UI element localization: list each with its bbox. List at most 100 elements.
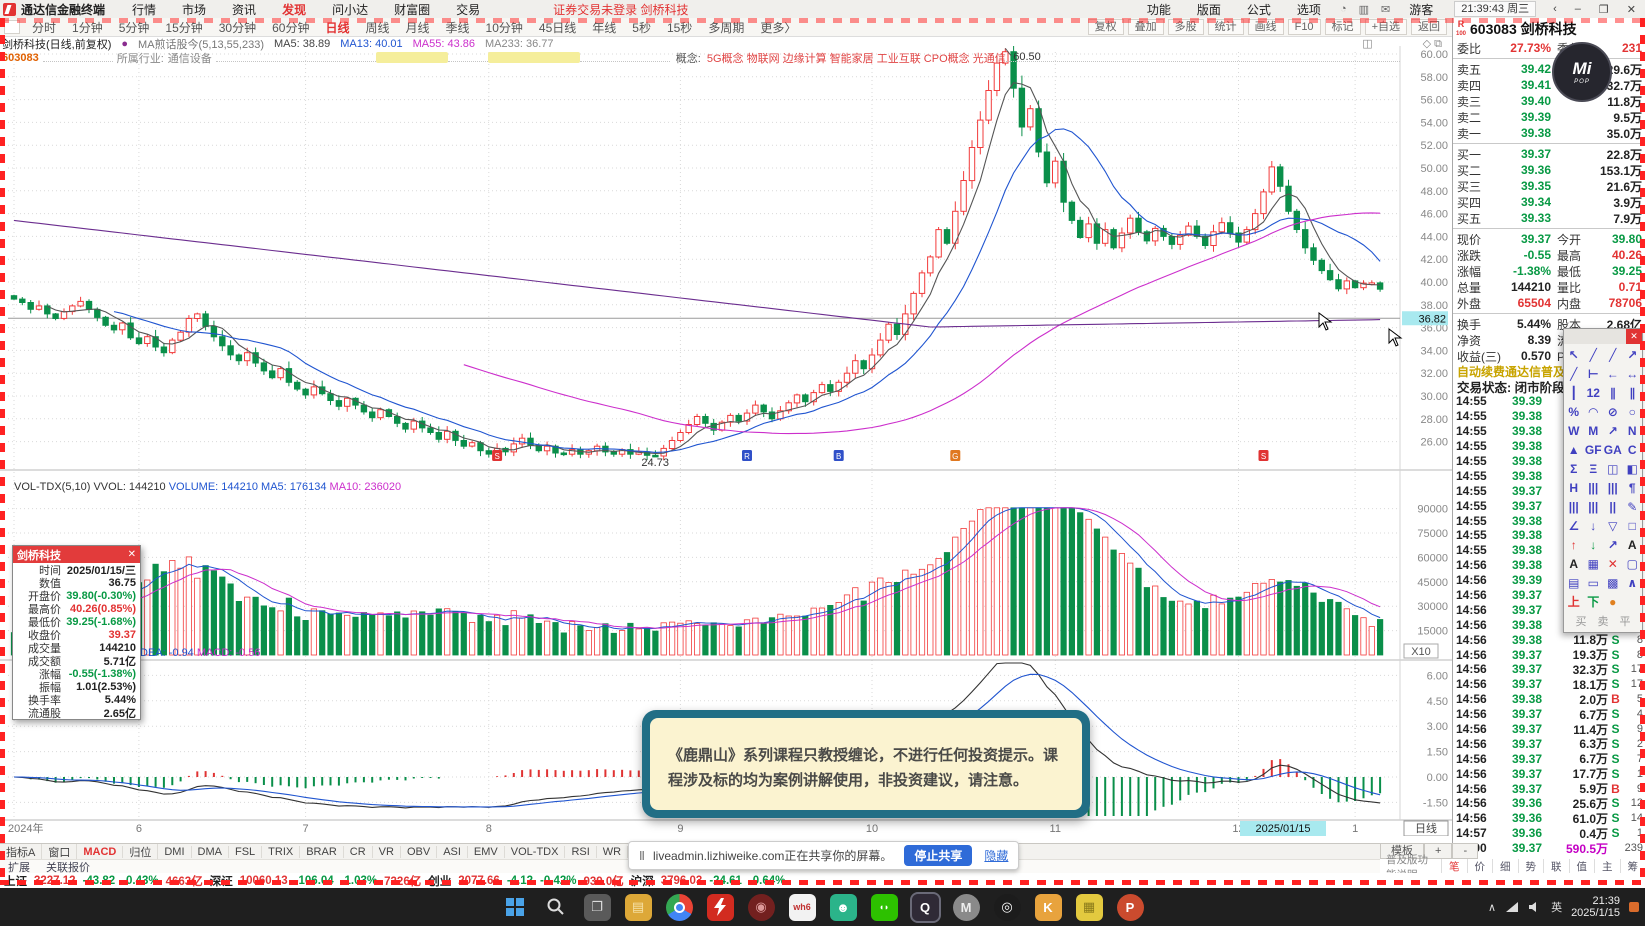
mini-tab[interactable]: 势 (1517, 859, 1544, 874)
indicator-tab[interactable]: DMA (192, 846, 229, 858)
indicator-tab[interactable]: 窗口 (42, 844, 78, 860)
draw-tool-icon[interactable]: ▲ (1564, 440, 1584, 459)
draw-tool-icon[interactable]: ↗ (1603, 535, 1623, 554)
stop-share-button[interactable]: 停止共享 (904, 845, 973, 866)
indicator-tab[interactable]: EMV (468, 846, 505, 858)
bid-row[interactable]: 买五 39.33 7.9万 (1453, 210, 1645, 226)
draw-tool-icon[interactable]: ◫ (1603, 459, 1623, 478)
menu-item[interactable]: 公式 (1234, 1, 1284, 18)
mini-tab[interactable]: 值 (1568, 859, 1595, 874)
menu-item[interactable]: 发现 (269, 1, 319, 18)
draw-tool-icon[interactable]: ▭ (1584, 573, 1604, 592)
draw-tool-icon[interactable]: ∠ (1564, 516, 1584, 535)
draw-tool-icon[interactable]: ✕ (1603, 554, 1623, 573)
trade-tab[interactable]: 卖 (1598, 613, 1609, 629)
bid-row[interactable]: 买四 39.34 3.9万 (1453, 194, 1645, 210)
menu-item[interactable]: 版面 (1184, 1, 1234, 18)
draw-tool-icon[interactable]: 下 (1584, 592, 1604, 611)
chrome-icon[interactable] (665, 893, 693, 921)
ask-row[interactable]: 卖二 39.39 9.5万 (1453, 109, 1645, 125)
pause-icon[interactable]: ‖ (639, 849, 645, 863)
titlebar-icon[interactable]: ▥ (1353, 3, 1375, 16)
draw-tool-icon[interactable]: ↗ (1603, 421, 1623, 440)
draw-tool-icon[interactable]: Ξ (1584, 459, 1604, 478)
draw-tool-icon[interactable]: 上 (1564, 592, 1584, 611)
draw-tool-icon[interactable]: ╱ (1584, 345, 1604, 364)
draw-tool-icon[interactable]: ← (1603, 364, 1623, 383)
mini-tab[interactable]: 笔 (1441, 859, 1467, 874)
ask-row[interactable]: 卖五 39.42 29.6万 (1453, 61, 1645, 77)
industry-value[interactable]: 通信设备 (168, 50, 212, 66)
draw-tool-icon[interactable]: ∥ (1603, 383, 1623, 402)
draw-tool-icon[interactable]: ┃ (1564, 383, 1584, 402)
search-icon[interactable] (543, 894, 570, 921)
template-button[interactable]: - (1452, 843, 1479, 859)
bid-row[interactable]: 买一 39.37 22.8万 (1453, 146, 1645, 162)
draw-tool-icon[interactable]: || (1603, 497, 1623, 516)
concept-values[interactable]: 5G概念 物联网 边缘计算 智能家居 工业互联 CPO概念 光通信 (707, 50, 1006, 66)
wh6-app-icon[interactable]: wh6 (788, 893, 816, 921)
menu-item[interactable]: 选项 (1284, 1, 1334, 18)
ime-indicator[interactable]: 英 (1551, 899, 1562, 915)
mini-tab[interactable]: 细 (1492, 859, 1518, 874)
draw-tool-icon[interactable]: ||| (1584, 497, 1604, 516)
indicator-tab[interactable]: ASI (437, 846, 468, 858)
close-icon[interactable]: ✕ (128, 549, 136, 560)
k-app-icon[interactable]: K (1034, 893, 1062, 921)
draw-tool-icon[interactable]: ||| (1564, 497, 1584, 516)
mini-tab[interactable]: 主 (1594, 859, 1620, 874)
draw-tool-icon[interactable]: ||| (1584, 478, 1604, 497)
menu-item[interactable]: 市场 (169, 1, 219, 18)
draw-tool-icon[interactable]: ⊘ (1603, 402, 1623, 421)
menu-item[interactable]: 交易 (443, 1, 493, 18)
draw-tool-icon[interactable]: ⊢ (1584, 364, 1604, 383)
indicator-tab[interactable]: VOL-TDX (505, 846, 566, 858)
notification-badge[interactable] (1629, 902, 1639, 912)
indicator-tab[interactable]: OBV (401, 846, 438, 858)
bid-row[interactable]: 买三 39.35 21.6万 (1453, 178, 1645, 194)
indicator-tab[interactable]: DMI (158, 846, 192, 858)
wechat-icon[interactable]: ◖◗ (870, 893, 898, 921)
menu-item[interactable]: 资讯 (219, 1, 269, 18)
app-icon-red[interactable]: ◉ (747, 893, 775, 921)
tdx-app-icon[interactable] (706, 893, 734, 921)
task-view-icon[interactable]: ❐ (583, 893, 611, 921)
draw-tool-icon[interactable]: ▽ (1603, 516, 1623, 535)
hide-share-button[interactable]: 隐藏 (984, 847, 1008, 864)
draw-tool-icon[interactable]: H (1564, 478, 1584, 497)
camera-app-icon[interactable]: ◎ (993, 893, 1021, 921)
draw-tool-icon[interactable]: ╱ (1564, 364, 1584, 383)
draw-tool-icon[interactable]: Σ (1564, 459, 1584, 478)
draw-tool-icon[interactable]: ↑ (1564, 535, 1584, 554)
chat-app-icon[interactable]: ☻ (829, 893, 857, 921)
m-app-icon[interactable]: M (952, 893, 980, 921)
draw-tool-icon[interactable]: GF (1584, 440, 1604, 459)
taskbar-clock[interactable]: 21:39 2025/1/15 (1571, 895, 1620, 919)
mini-tab[interactable]: 联 (1543, 859, 1569, 874)
draw-tool-icon[interactable]: ↓ (1584, 516, 1604, 535)
menu-item[interactable]: 财富圈 (381, 1, 443, 18)
menu-item[interactable]: 问小达 (319, 1, 381, 18)
draw-tool-icon[interactable]: W (1564, 421, 1584, 440)
indicator-tab[interactable]: 归位 (123, 844, 159, 860)
indicator-tab[interactable]: BRAR (300, 846, 344, 858)
draw-tool-icon[interactable]: ↓ (1584, 535, 1604, 554)
bid-row[interactable]: 买二 39.36 153.1万 (1453, 162, 1645, 178)
ask-row[interactable]: 卖四 39.41 32.7万 (1453, 77, 1645, 93)
guest-label[interactable]: 游客 (1396, 1, 1446, 18)
indicator-tab[interactable]: MACD (77, 846, 124, 858)
ask-row[interactable]: 卖一 39.38 35.0万 (1453, 125, 1645, 141)
collapse-icon[interactable]: ‹ (1544, 3, 1566, 16)
indicator-tab[interactable]: WR (597, 846, 629, 858)
draw-tool-icon[interactable]: ↖ (1564, 345, 1584, 364)
draw-tool-icon[interactable]: ▤ (1564, 573, 1584, 592)
indicator-tab[interactable]: 指标A (0, 844, 43, 860)
mini-tab[interactable]: 价 (1466, 859, 1493, 874)
qq-icon[interactable]: Q (909, 891, 941, 923)
draw-tool-icon[interactable]: ||| (1603, 478, 1623, 497)
titlebar-icon[interactable]: ◔ (1334, 3, 1353, 16)
titlebar-icon[interactable]: ✉ (1375, 3, 1396, 16)
ask-row[interactable]: 卖三 39.40 11.8万 (1453, 93, 1645, 109)
indicator-tab[interactable]: CR (344, 846, 373, 858)
file-explorer-icon[interactable]: ▤ (624, 893, 652, 921)
